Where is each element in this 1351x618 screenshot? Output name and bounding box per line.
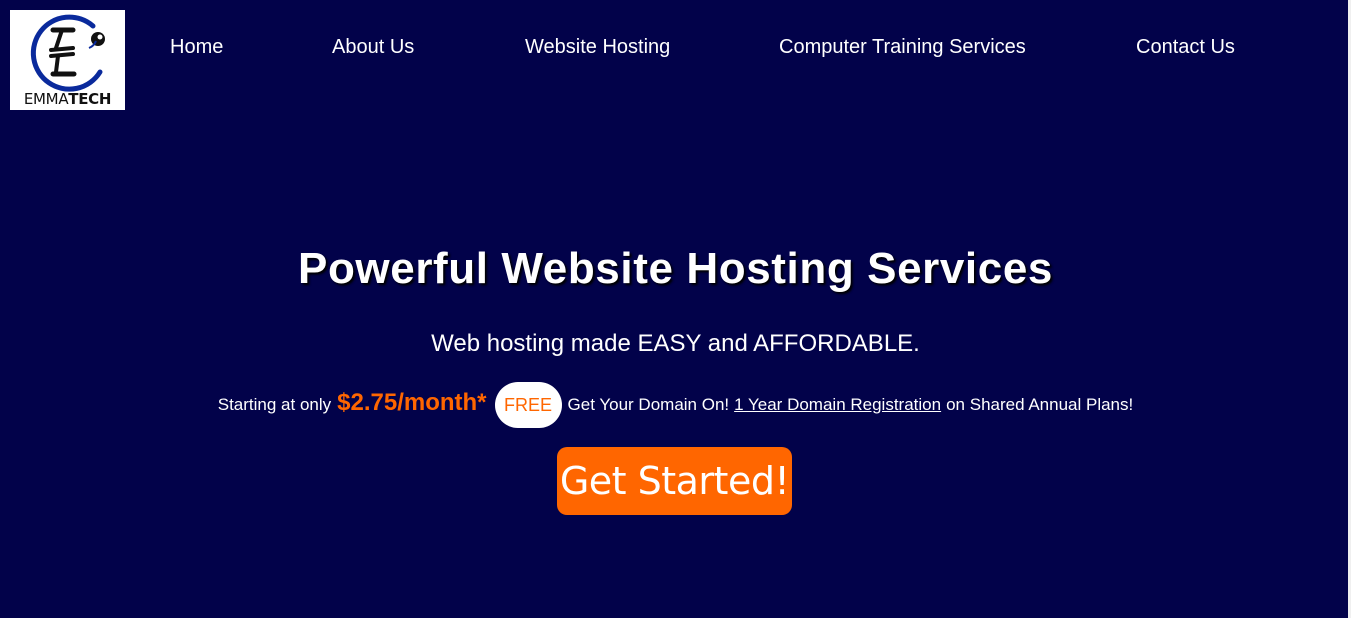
logo-wordmark: EMMATECH — [23, 90, 112, 108]
hero-subtitle: Web hosting made EASY and AFFORDABLE. — [431, 330, 920, 357]
get-started-button[interactable]: Get Started! — [557, 447, 792, 515]
domain-registration-link[interactable]: 1 Year Domain Registration — [734, 395, 941, 415]
domain-offer-text: Get Your Domain On! — [567, 395, 730, 414]
nav-about-us[interactable]: About Us — [332, 35, 414, 59]
pricing-offer-line: Starting at only $2.75/month* FREE Get Y… — [0, 382, 1351, 428]
domain-offer-suffix: on Shared Annual Plans! — [946, 395, 1134, 414]
nav-home[interactable]: Home — [170, 35, 223, 59]
free-badge: FREE — [494, 382, 562, 428]
price-prefix: Starting at only — [217, 395, 332, 414]
hero-title: Powerful Website Hosting Services — [298, 244, 1053, 293]
nav-website-hosting[interactable]: Website Hosting — [525, 35, 670, 59]
nav-computer-training-services[interactable]: Computer Training Services — [779, 35, 1026, 59]
nav-contact-us[interactable]: Contact Us — [1136, 35, 1235, 59]
price-value: $2.75/month* — [337, 389, 487, 416]
emmatech-logo[interactable]: EMMATECH — [10, 10, 125, 110]
